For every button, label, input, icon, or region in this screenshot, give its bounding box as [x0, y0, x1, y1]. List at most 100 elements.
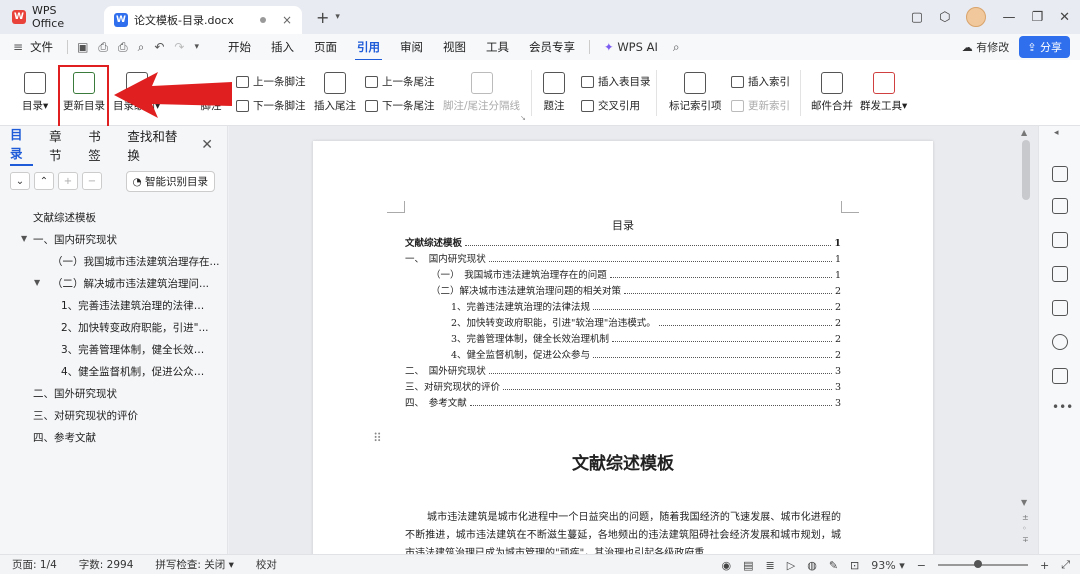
tab-list-chevron-icon[interactable]: ▾: [335, 12, 340, 22]
group-launcher-icon[interactable]: ↘: [520, 114, 526, 122]
toc-entry[interactable]: 2、加快转变政府职能，引进"软治理"治违模式。 2: [405, 313, 841, 329]
page-nav-icon[interactable]: ± ◦ ∓: [1022, 512, 1029, 545]
prev-footnote-button[interactable]: 上一条脚注: [236, 74, 306, 89]
share-button[interactable]: ⇪ 分享: [1019, 36, 1070, 58]
pen-mode-icon[interactable]: ✎: [829, 559, 838, 572]
close-panel-icon[interactable]: ✕: [201, 137, 213, 153]
update-index-button[interactable]: 更新索引: [731, 98, 790, 113]
toc-entry[interactable]: 一、 国内研究现状 1: [405, 249, 841, 265]
nav-item[interactable]: 3、完善管理体制，健全长效治...: [61, 342, 213, 357]
redo-icon[interactable]: ↷: [169, 40, 189, 54]
toc-button[interactable]: 目录▾: [22, 72, 48, 113]
scroll-down-icon[interactable]: ▼: [1021, 498, 1027, 507]
nav-item[interactable]: 四、参考文献: [33, 430, 96, 445]
toc-entry[interactable]: 3、完善管理体制，健全长效治理机制 2: [405, 329, 841, 345]
toc-entry[interactable]: 二、 国外研究现状 3: [405, 361, 841, 377]
cross-reference-button[interactable]: 交叉引用: [581, 98, 640, 113]
expand-caret-icon[interactable]: ▼: [21, 234, 27, 243]
tab-view[interactable]: 视图: [433, 39, 476, 55]
fullscreen-icon[interactable]: ⤢: [1061, 558, 1070, 572]
nav-item[interactable]: 三、对研究现状的评价: [33, 408, 138, 423]
spellcheck-status[interactable]: 拼写检查: 关闭 ▾: [155, 557, 233, 572]
vertical-scrollbar[interactable]: [1022, 140, 1030, 200]
scroll-up-icon[interactable]: ▲: [1021, 128, 1027, 137]
nav-tab-bookmarks[interactable]: 书签: [88, 126, 111, 164]
mail-merge-button[interactable]: 邮件合并: [811, 72, 853, 113]
next-endnote-button[interactable]: 下一条尾注: [365, 98, 435, 113]
zoom-out-icon[interactable]: −: [917, 559, 926, 572]
footnote-separator-button[interactable]: 脚注/尾注分隔线: [443, 72, 520, 113]
nav-tab-toc[interactable]: 目录: [10, 124, 34, 166]
nav-item[interactable]: 2、加快转变政府职能，引进"...: [61, 320, 213, 335]
cursor-select-icon[interactable]: [1052, 198, 1068, 214]
zoom-level[interactable]: 93% ▾: [871, 559, 904, 572]
nav-item[interactable]: 二、国外研究现状: [33, 386, 117, 401]
tab-tools[interactable]: 工具: [476, 39, 519, 55]
user-avatar[interactable]: [966, 7, 987, 27]
tab-member[interactable]: 会员专享: [519, 39, 585, 55]
close-window-icon[interactable]: ✕: [1059, 10, 1070, 25]
page-indicator[interactable]: 页面: 1/4: [12, 557, 57, 572]
tab-page[interactable]: 页面: [304, 39, 347, 55]
help-icon[interactable]: [1052, 334, 1068, 350]
add-level-icon[interactable]: +: [58, 172, 78, 190]
next-footnote-button[interactable]: 下一条脚注: [236, 98, 306, 113]
toc-entry[interactable]: （二）解决城市违法建筑治理问题的相关对策 2: [405, 281, 841, 297]
export-pdf-icon[interactable]: ⎙: [93, 40, 113, 55]
tab-insert[interactable]: 插入: [261, 39, 304, 55]
zoom-in-icon[interactable]: +: [1040, 559, 1049, 572]
nav-item[interactable]: 4、健全监督机制，促进公众参...: [61, 364, 213, 379]
web-view-icon[interactable]: ◍: [807, 559, 817, 572]
page-view-icon[interactable]: ▤: [743, 559, 753, 572]
print-preview-icon[interactable]: ⌕: [133, 40, 150, 55]
nav-item[interactable]: 1、完善违法建筑治理的法律法...: [61, 298, 213, 313]
tab-references[interactable]: 引用: [347, 39, 390, 61]
more-options-icon[interactable]: •••: [1052, 400, 1073, 414]
nav-tab-find-replace[interactable]: 查找和替换: [127, 126, 185, 164]
toc-entry[interactable]: 4、健全监督机制，促进公众参与 2: [405, 345, 841, 361]
play-icon[interactable]: ▷: [787, 559, 795, 572]
insert-index-button[interactable]: 插入索引: [731, 74, 790, 89]
file-menu[interactable]: 文件: [28, 39, 63, 55]
tab-review[interactable]: 审阅: [390, 39, 433, 55]
expand-caret-icon[interactable]: ▼: [34, 278, 40, 287]
shirt-skin-icon[interactable]: [1052, 368, 1068, 384]
tools-icon[interactable]: [1052, 300, 1068, 316]
group-send-button[interactable]: 群发工具▾: [860, 72, 907, 113]
quick-access-chevron-icon[interactable]: ▾: [189, 42, 204, 52]
nav-tab-chapters[interactable]: 章节: [49, 126, 72, 164]
toc-entry[interactable]: 四、 参考文献 3: [405, 393, 841, 409]
toc-entry[interactable]: 三、对研究现状的评价 3: [405, 377, 841, 393]
tab-home[interactable]: 开始: [218, 39, 261, 55]
nav-item[interactable]: 一、国内研究现状: [33, 232, 117, 247]
toc-entry[interactable]: 1、完善违法建筑治理的法律法规 2: [405, 297, 841, 313]
collapse-sidebar-icon[interactable]: ◂: [1054, 128, 1059, 138]
hamburger-menu-icon[interactable]: ≡: [8, 40, 28, 54]
pen-icon[interactable]: [1052, 166, 1068, 182]
document-canvas[interactable]: 目录 文献综述模板 1 一、 国内研究现状 1 （一） 我国城市违法建筑治理存在的问…: [229, 126, 1038, 554]
collapse-up-icon[interactable]: ⌃: [34, 172, 54, 190]
zoom-slider[interactable]: [937, 560, 1028, 568]
toc-entry[interactable]: 文献综述模板 1: [405, 233, 841, 249]
prev-endnote-button[interactable]: 上一条尾注: [365, 74, 435, 89]
new-tab-plus-icon[interactable]: +: [316, 8, 329, 27]
app-tab[interactable]: W WPS Office: [0, 0, 104, 34]
word-count[interactable]: 字数: 2994: [79, 557, 134, 572]
outline-view-icon[interactable]: ≣: [766, 559, 775, 572]
insert-endnote-button[interactable]: 插入尾注: [314, 72, 356, 113]
eye-protection-icon[interactable]: ◉: [722, 559, 732, 572]
save-icon[interactable]: ▣: [72, 40, 93, 54]
cube-icon[interactable]: ⬡: [939, 10, 950, 25]
expand-down-icon[interactable]: ⌄: [10, 172, 30, 190]
adjust-sliders-icon[interactable]: [1052, 232, 1068, 248]
minimize-icon[interactable]: —: [1002, 10, 1015, 25]
mark-index-entry-button[interactable]: 标记索引项: [669, 72, 722, 113]
nav-item[interactable]: （一）我国城市违法建筑治理存在...: [52, 254, 224, 269]
document-tab[interactable]: W 论文模板-目录.docx ×: [104, 6, 302, 34]
document-page[interactable]: 目录 文献综述模板 1 一、 国内研究现状 1 （一） 我国城市违法建筑治理存在的问…: [313, 141, 933, 554]
remove-level-icon[interactable]: −: [82, 172, 102, 190]
wps-ai-button[interactable]: ✦ WPS AI: [594, 40, 668, 54]
toc-entry[interactable]: （一） 我国城市违法建筑治理存在的问题 1: [405, 265, 841, 281]
zoom-slider-thumb[interactable]: [973, 560, 982, 568]
smart-recognize-toc-button[interactable]: ◔ 智能识别目录: [125, 170, 215, 192]
